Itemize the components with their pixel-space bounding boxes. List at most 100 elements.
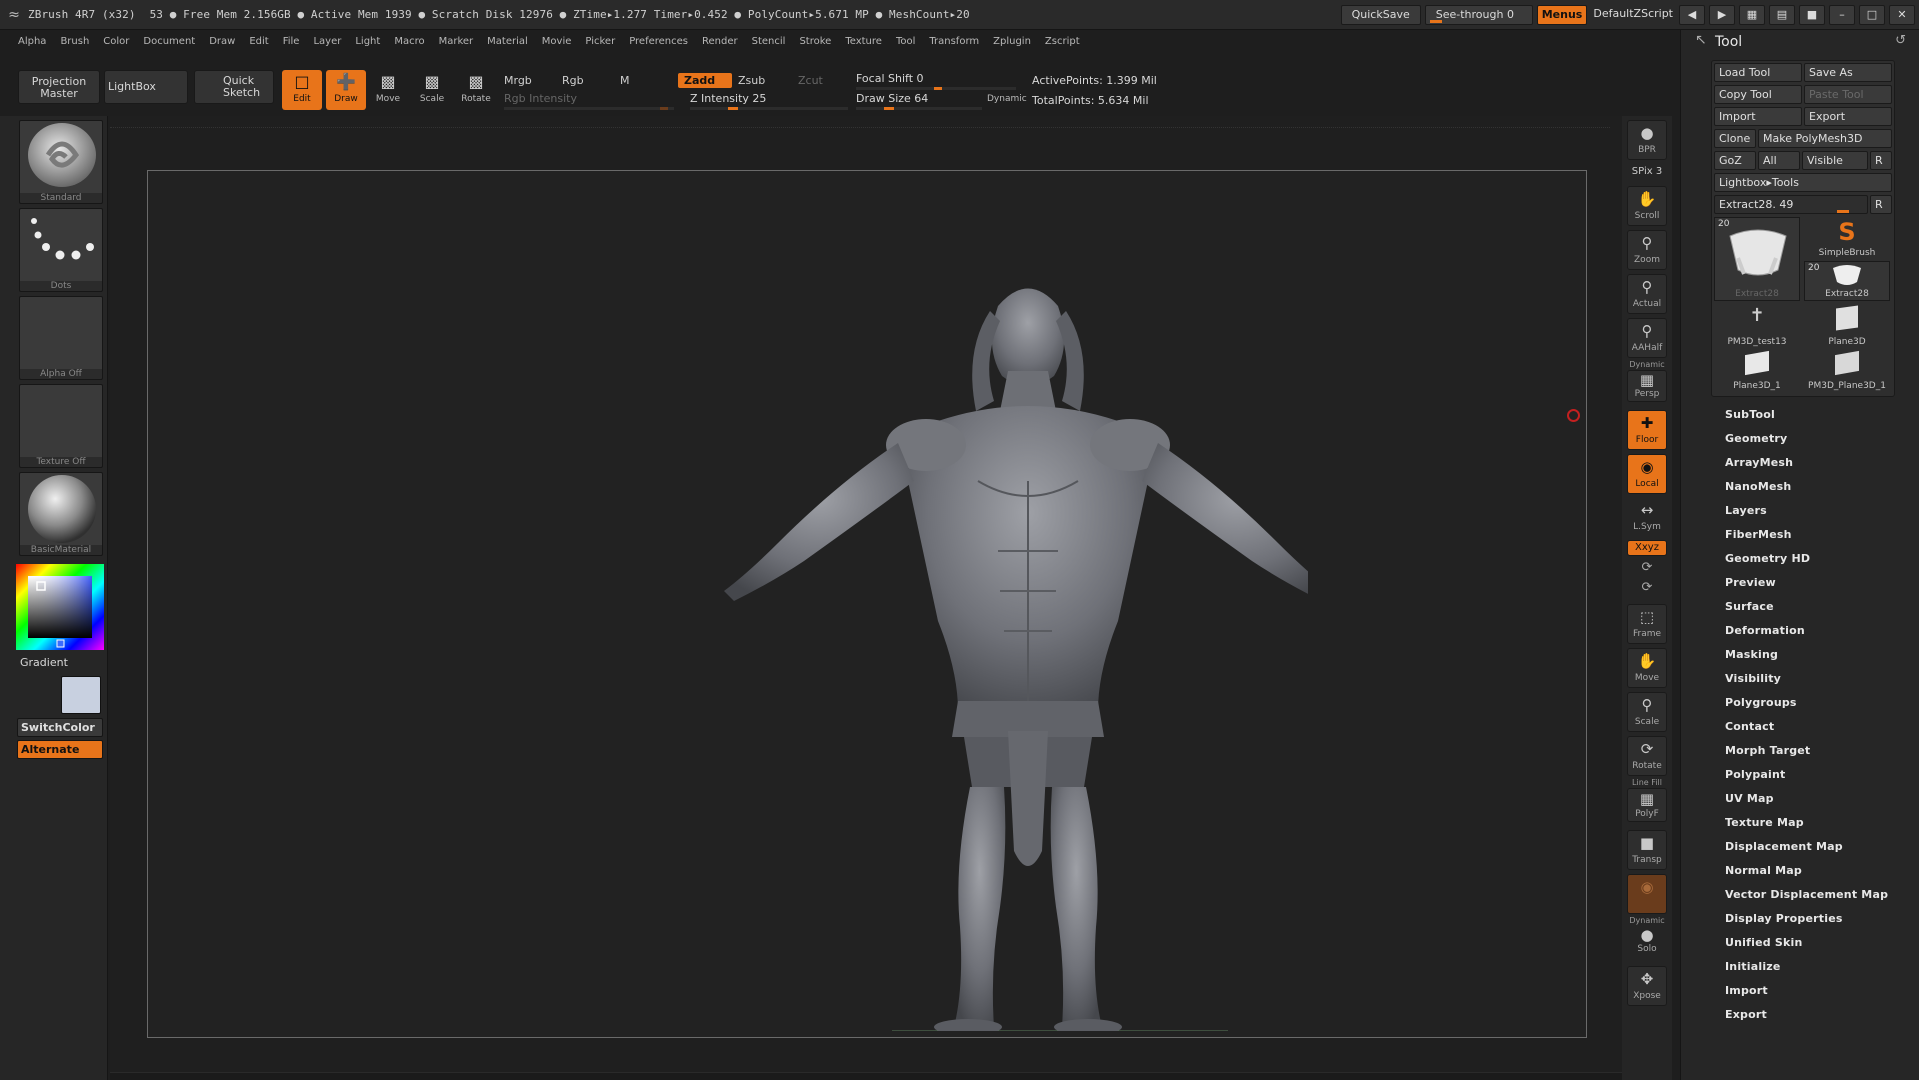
local-button[interactable]: ◉ Local	[1627, 454, 1667, 494]
menu-edit[interactable]: Edit	[249, 36, 268, 47]
section-export[interactable]: Export	[1725, 1008, 1767, 1021]
section-subtool[interactable]: SubTool	[1725, 408, 1775, 421]
make-polymesh-button[interactable]: Make PolyMesh3D	[1758, 129, 1892, 148]
minimize-icon[interactable]: –	[1829, 5, 1855, 25]
section-arraymesh[interactable]: ArrayMesh	[1725, 456, 1793, 469]
lock-icon[interactable]: ■	[1799, 5, 1825, 25]
section-vector-displacement-map[interactable]: Vector Displacement Map	[1725, 888, 1888, 901]
tool-thumb-plane3d-1[interactable]: Plane3D_1	[1714, 349, 1800, 391]
current-tool-slider[interactable]: Extract28. 49	[1714, 195, 1868, 214]
menu-file[interactable]: File	[283, 36, 300, 47]
section-uv-map[interactable]: UV Map	[1725, 792, 1774, 805]
gradient-label[interactable]: Gradient	[20, 656, 68, 669]
section-geometry-hd[interactable]: Geometry HD	[1725, 552, 1810, 565]
section-layers[interactable]: Layers	[1725, 504, 1767, 517]
section-texture-map[interactable]: Texture Map	[1725, 816, 1804, 829]
dynamic-button[interactable]: Dynamic	[987, 94, 1027, 104]
zadd-button[interactable]: Zadd	[678, 73, 732, 88]
projection-master-button[interactable]: Projection Master	[18, 70, 100, 104]
scale-view-button[interactable]: ⚲ Scale	[1627, 692, 1667, 732]
section-initialize[interactable]: Initialize	[1725, 960, 1781, 973]
draw-size-slider[interactable]: Draw Size 64	[856, 92, 982, 110]
export-button[interactable]: Export	[1804, 107, 1892, 126]
texture-selector[interactable]: Texture Off	[19, 384, 103, 468]
spix-slider[interactable]: SPix 3	[1626, 166, 1668, 177]
section-display-properties[interactable]: Display Properties	[1725, 912, 1843, 925]
color-picker[interactable]	[16, 564, 104, 650]
tool-thumb-extract28-b[interactable]: 20 Extract28	[1804, 261, 1890, 301]
seethrough-slider[interactable]: See-through 0	[1424, 5, 1533, 25]
rotate-axis-icon[interactable]: ⟳	[1626, 560, 1668, 575]
palette-dock-icon[interactable]: ↖	[1695, 32, 1707, 48]
section-preview[interactable]: Preview	[1725, 576, 1776, 589]
section-deformation[interactable]: Deformation	[1725, 624, 1805, 637]
bpr-button[interactable]: ● BPR	[1627, 120, 1667, 160]
mrgb-button[interactable]: Mrgb	[504, 74, 532, 87]
rgb-button[interactable]: Rgb	[562, 74, 584, 87]
menu-draw[interactable]: Draw	[209, 36, 235, 47]
rotate-view-button[interactable]: ⟳ Rotate	[1627, 736, 1667, 776]
scroll-button[interactable]: ✋ Scroll	[1627, 186, 1667, 226]
ghost-button[interactable]: ◉	[1627, 874, 1667, 914]
floor-button[interactable]: ✚ Floor	[1627, 410, 1667, 450]
menu-brush[interactable]: Brush	[60, 36, 89, 47]
section-nanomesh[interactable]: NanoMesh	[1725, 480, 1791, 493]
lightbox-tools-button[interactable]: Lightbox▸Tools	[1714, 173, 1892, 192]
material-selector[interactable]: BasicMaterial	[19, 472, 103, 556]
move-button[interactable]: ▩ Move	[368, 70, 408, 110]
menu-picker[interactable]: Picker	[585, 36, 615, 47]
alpha-selector[interactable]: Alpha Off	[19, 296, 103, 380]
alternate-button[interactable]: Alternate	[17, 740, 103, 759]
menu-layer[interactable]: Layer	[313, 36, 341, 47]
move-view-button[interactable]: ✋ Move	[1627, 648, 1667, 688]
m-button[interactable]: M	[620, 74, 630, 87]
secondary-color-swatch[interactable]	[61, 676, 101, 714]
menu-tool[interactable]: Tool	[896, 36, 915, 47]
menu-zscript[interactable]: Zscript	[1045, 36, 1080, 47]
section-geometry[interactable]: Geometry	[1725, 432, 1787, 445]
section-surface[interactable]: Surface	[1725, 600, 1774, 613]
section-contact[interactable]: Contact	[1725, 720, 1774, 733]
import-button[interactable]: Import	[1714, 107, 1802, 126]
edit-button[interactable]: □ Edit	[282, 70, 322, 110]
section-masking[interactable]: Masking	[1725, 648, 1778, 661]
sculpted-character-model[interactable]	[708, 231, 1308, 1031]
tool-thumb-extract28-a[interactable]: 20 Extract28	[1714, 217, 1800, 301]
menu-marker[interactable]: Marker	[439, 36, 474, 47]
section-normal-map[interactable]: Normal Map	[1725, 864, 1802, 877]
tray-right-icon[interactable]: ▶	[1709, 5, 1735, 25]
copy-tool-button[interactable]: Copy Tool	[1714, 85, 1802, 104]
menu-transform[interactable]: Transform	[929, 36, 979, 47]
lightbox-button[interactable]: LightBox	[104, 70, 188, 104]
section-morph-target[interactable]: Morph Target	[1725, 744, 1810, 757]
zsub-button[interactable]: Zsub	[738, 74, 765, 87]
scale-button[interactable]: ▩ Scale	[412, 70, 452, 110]
menu-document[interactable]: Document	[143, 36, 195, 47]
focal-shift-slider[interactable]: Focal Shift 0	[856, 72, 1016, 90]
document-canvas[interactable]	[147, 170, 1587, 1038]
menu-preferences[interactable]: Preferences	[629, 36, 688, 47]
menu-material[interactable]: Material	[487, 36, 528, 47]
section-displacement-map[interactable]: Displacement Map	[1725, 840, 1843, 853]
save-as-button[interactable]: Save As	[1804, 63, 1892, 82]
lsym-button[interactable]: ↔ L.Sym	[1627, 498, 1667, 538]
menu-alpha[interactable]: Alpha	[18, 36, 46, 47]
menu-movie[interactable]: Movie	[542, 36, 572, 47]
stroke-selector[interactable]: Dots	[19, 208, 103, 292]
layout2-icon[interactable]: ▤	[1769, 5, 1795, 25]
section-import[interactable]: Import	[1725, 984, 1768, 997]
goz-all-button[interactable]: All	[1758, 151, 1800, 170]
tool-thumb-pm3d-plane3d-1[interactable]: PM3D_Plane3D_1	[1804, 349, 1890, 391]
menu-render[interactable]: Render	[702, 36, 738, 47]
load-tool-button[interactable]: Load Tool	[1714, 63, 1802, 82]
layout-icon[interactable]: ▦	[1739, 5, 1765, 25]
zoom-button[interactable]: ⚲ Zoom	[1627, 230, 1667, 270]
menu-color[interactable]: Color	[103, 36, 129, 47]
menu-macro[interactable]: Macro	[394, 36, 424, 47]
quicksave-button[interactable]: QuickSave	[1340, 5, 1421, 25]
tool-palette-header[interactable]: ↖ Tool ↺	[1681, 30, 1919, 54]
goz-visible-button[interactable]: Visible	[1802, 151, 1868, 170]
solo-button[interactable]: ● Solo	[1627, 926, 1667, 958]
menus-button[interactable]: Menus	[1536, 5, 1588, 25]
menu-stencil[interactable]: Stencil	[752, 36, 786, 47]
